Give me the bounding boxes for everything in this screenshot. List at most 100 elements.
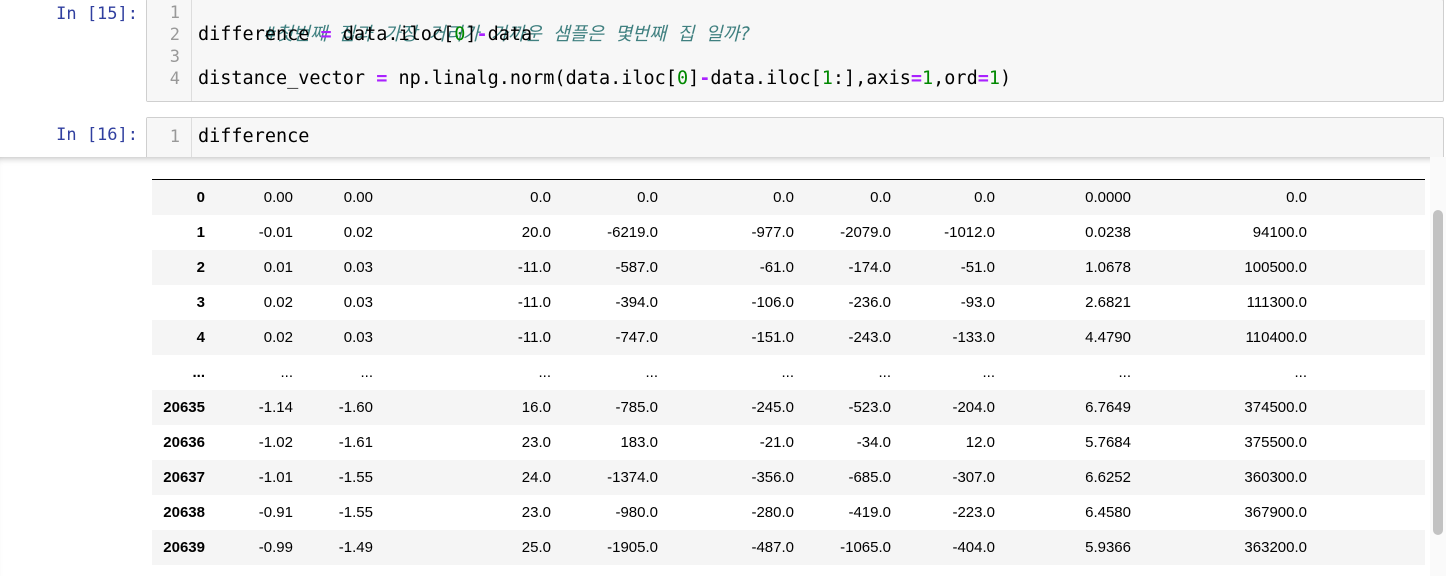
table-cell: -6219.0 xyxy=(607,224,658,241)
row-index: 3 xyxy=(196,294,205,311)
table-cell: -133.0 xyxy=(952,329,995,346)
table-cell: 110400.0 xyxy=(1245,329,1307,346)
code-editor[interactable]: 1 2 3 4 #첫번째 집과 가장 거리가 가까운 샘플은 몇번째 집 일까?… xyxy=(146,0,1444,102)
table-row: 1 -0.01 0.02 20.0 -6219.0 -977.0 -2079.0 -1012.… xyxy=(152,215,1425,250)
table-cell: 5.9366 xyxy=(1085,539,1131,556)
table-cell: 0.0 xyxy=(637,189,658,206)
row-index: 20638 xyxy=(163,504,205,521)
table-cell: ... xyxy=(538,364,551,381)
table-cell: 24.0 xyxy=(521,469,551,486)
table-cell: 0.00 xyxy=(343,189,373,206)
table-cell: -236.0 xyxy=(848,294,891,311)
table-cell: -245.0 xyxy=(751,399,794,416)
row-index: 4 xyxy=(196,329,205,346)
table-cell: -1.60 xyxy=(338,399,373,416)
table-cell: -2079.0 xyxy=(840,224,891,241)
code-cell-15[interactable]: In [15]: 1 2 3 4 #첫번째 집과 가장 거리가 가까운 샘플은 … xyxy=(0,0,1446,102)
table-cell: ... xyxy=(645,364,658,381)
table-cell: 0.00 xyxy=(263,189,293,206)
table-cell: ... xyxy=(982,364,995,381)
table-cell: -1.14 xyxy=(258,399,293,416)
code-number: 0 xyxy=(676,68,689,89)
table-row: 20639 -0.99 -1.49 25.0 -1905.0 -487.0 -1065.0 -… xyxy=(152,530,1425,565)
table-cell: -21.0 xyxy=(759,434,794,451)
line-number: 2 xyxy=(169,25,180,45)
table-cell: -685.0 xyxy=(848,469,891,486)
table-cell: 183.0 xyxy=(620,434,658,451)
table-cell: 375500.0 xyxy=(1244,434,1307,451)
code-token: np.linalg.norm(data.iloc[ xyxy=(387,68,677,89)
table-cell: 0.03 xyxy=(343,259,373,276)
code-cell-16[interactable]: In [16]: 1 difference xyxy=(0,117,1446,169)
output-scrollbar-thumb[interactable] xyxy=(1433,210,1443,535)
table-cell: 25.0 xyxy=(521,539,551,556)
code-number: 1 xyxy=(821,68,833,89)
code-operator: = xyxy=(977,68,989,89)
table-cell: -1065.0 xyxy=(840,539,891,556)
table-cell: 16.0 xyxy=(521,399,551,416)
code-token: :],axis xyxy=(832,68,911,89)
line-number: 1 xyxy=(169,3,180,23)
table-cell: -0.91 xyxy=(258,504,293,521)
table-cell-spacer xyxy=(1307,355,1425,390)
table-cell: -34.0 xyxy=(856,434,891,451)
table-cell: 363200.0 xyxy=(1244,539,1307,556)
table-row: 20637 -1.01 -1.55 24.0 -1374.0 -356.0 -685.0 -3… xyxy=(152,460,1425,495)
table-cell-spacer xyxy=(1307,495,1425,530)
table-cell: -106.0 xyxy=(751,294,794,311)
table-cell: -11.0 xyxy=(517,259,551,276)
table-cell: -419.0 xyxy=(848,504,891,521)
code-operator: = xyxy=(910,68,923,89)
table-cell: -11.0 xyxy=(517,294,551,311)
cell-prompt: In [15]: xyxy=(56,4,138,24)
table-cell: -174.0 xyxy=(848,259,891,276)
table-cell: 6.7649 xyxy=(1085,399,1131,416)
line-number: 3 xyxy=(169,47,180,67)
table-cell: -747.0 xyxy=(615,329,658,346)
table-cell: 0.01 xyxy=(263,259,293,276)
table-cell-spacer xyxy=(1307,215,1425,250)
table-cell: 12.0 xyxy=(965,434,995,451)
table-row: 0 0.00 0.00 0.0 0.0 0.0 0.0 0.0 0.0000 0.0 xyxy=(152,180,1425,215)
table-row: 2 0.01 0.03 -11.0 -587.0 -61.0 -174.0 -51.0 1.06… xyxy=(152,250,1425,285)
table-cell: -243.0 xyxy=(848,329,891,346)
line-number: 1 xyxy=(169,127,180,147)
code-operator: - xyxy=(699,68,711,89)
table-cell: 111300.0 xyxy=(1246,294,1307,311)
table-cell: 5.7684 xyxy=(1085,434,1131,451)
table-cell: 0.0 xyxy=(530,189,551,206)
table-cell: -523.0 xyxy=(848,399,891,416)
table-cell: -1374.0 xyxy=(607,469,658,486)
table-cell: 0.0000 xyxy=(1085,189,1131,206)
row-index: 20635 xyxy=(163,399,205,416)
table-cell: 2.6821 xyxy=(1085,294,1131,311)
table-row: 20635 -1.14 -1.60 16.0 -785.0 -245.0 -523.0 -20… xyxy=(152,390,1425,425)
table-cell: 6.4580 xyxy=(1085,504,1131,521)
table-cell: ... xyxy=(781,364,794,381)
table-row: 20636 -1.02 -1.61 23.0 183.0 -21.0 -34.0 12.0 5.… xyxy=(152,425,1425,460)
code-operator: = xyxy=(376,68,388,89)
line-number-gutter: 1 2 3 4 xyxy=(147,0,192,101)
code-line: difference = data.iloc[0]-data xyxy=(198,24,532,46)
code-operator: = xyxy=(320,24,332,45)
table-cell: -1905.0 xyxy=(607,539,658,556)
table-cell: -980.0 xyxy=(615,504,658,521)
code-operator: - xyxy=(476,24,488,45)
dataframe-table: 0 0.00 0.00 0.0 0.0 0.0 0.0 0.0 0.0000 0.0 1 -0.01 0… xyxy=(152,180,1425,565)
code-token: data.iloc[ xyxy=(710,68,822,89)
table-cell: -785.0 xyxy=(615,399,658,416)
code-token: difference xyxy=(198,24,321,45)
table-cell: -1.01 xyxy=(258,469,293,486)
table-header-clipped: ▂▂▂ ▂▂▂▂▂▂▂▂▂▂▂▂▂▂▂▂▂▂▂▂▂▂▂▂▂▂▂▂▂▂▂▂▂▂▂▂… xyxy=(152,157,1092,165)
cell-prompt: In [16]: xyxy=(56,125,138,145)
table-cell: 0.02 xyxy=(343,224,373,241)
table-cell: -0.01 xyxy=(258,224,293,241)
code-number: 1 xyxy=(922,68,934,89)
table-cell: 6.6252 xyxy=(1085,469,1131,486)
table-cell: 0.0 xyxy=(870,189,891,206)
code-token: ] xyxy=(688,68,700,89)
table-cell: 1.0678 xyxy=(1085,259,1131,276)
table-cell: ... xyxy=(1294,364,1307,381)
table-cell: -204.0 xyxy=(952,399,995,416)
table-cell-spacer xyxy=(1307,460,1425,495)
